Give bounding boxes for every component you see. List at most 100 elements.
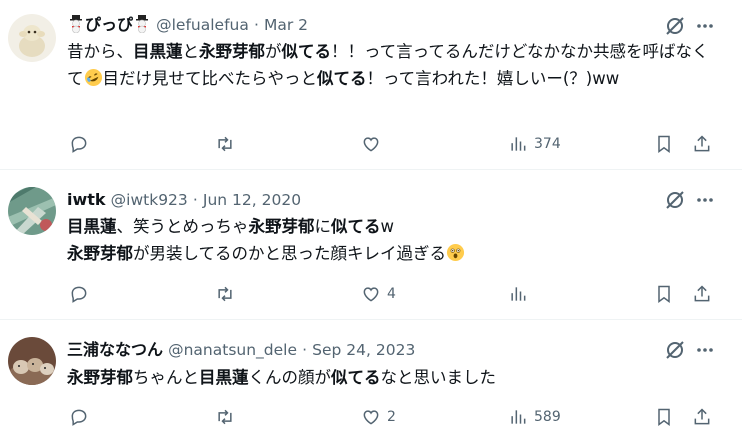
grok-icon[interactable]: [664, 189, 686, 211]
like-icon: [363, 410, 379, 425]
avatar[interactable]: [8, 14, 56, 62]
text-segment: 、笑うとめっちゃ: [116, 217, 249, 236]
action-bar: 2 589: [0, 405, 742, 429]
handle[interactable]: @iwtk923: [111, 191, 188, 209]
like-icon: [363, 137, 379, 152]
snowman-icon: [67, 15, 85, 39]
views-icon: [511, 137, 526, 151]
handle[interactable]: @lefualefua: [156, 16, 249, 34]
highlighted-text: 目黒蓮: [199, 368, 249, 387]
separator: ·: [192, 191, 198, 209]
like-button[interactable]: [361, 132, 387, 156]
timestamp[interactable]: Mar 2: [264, 16, 308, 34]
share-icon: [694, 408, 710, 425]
share-button[interactable]: [692, 405, 712, 429]
bookmark-button[interactable]: [654, 132, 674, 156]
reply-button[interactable]: [69, 282, 95, 306]
more-icon[interactable]: [694, 339, 716, 361]
highlighted-text: 永野芽郁: [199, 42, 265, 61]
highlighted-text: 永野芽郁: [67, 244, 133, 263]
tweet-header: iwtk @iwtk923 · Jun 12, 2020: [67, 189, 301, 211]
tweet[interactable]: ぴっぴ @lefualefua · Mar 2 昔から、目黒蓮と永野芽郁が似てる…: [0, 0, 742, 170]
bookmark-button[interactable]: [654, 405, 674, 429]
tweet-text: 目黒蓮、笑うとめっちゃ永野芽郁に似てるw 永野芽郁が男装してるのかと思った顔キレイ…: [67, 213, 722, 270]
text-segment: ちゃんと: [133, 368, 199, 387]
tweet-header: ぴっぴ @lefualefua · Mar 2: [67, 14, 308, 36]
display-name[interactable]: iwtk: [67, 190, 106, 209]
highlighted-text: 目黒蓮: [133, 42, 183, 61]
text-segment: が: [265, 42, 282, 61]
action-bar: 4: [0, 282, 742, 306]
views-icon: [511, 287, 526, 301]
rofl-face-icon: [84, 68, 103, 95]
highlighted-text: 目黒蓮: [67, 217, 117, 236]
more-icon[interactable]: [694, 189, 716, 211]
bookmark-icon: [658, 135, 670, 153]
retweet-icon: [218, 136, 232, 152]
tweet-text: 昔から、目黒蓮と永野芽郁が似てる！！って言ってるんだけどなかなか共感を呼ばなくて…: [67, 38, 722, 95]
snowman-icon: [133, 15, 151, 39]
reply-icon: [71, 286, 87, 303]
retweet-button[interactable]: [215, 282, 241, 306]
avatar[interactable]: [8, 187, 56, 235]
share-button[interactable]: [692, 132, 712, 156]
tweet[interactable]: 三浦ななつん @nanatsun_dele · Sep 24, 2023 永野芽…: [0, 320, 742, 443]
text-segment: 昔から、: [67, 42, 133, 61]
reply-feed: ぴっぴ @lefualefua · Mar 2 昔から、目黒蓮と永野芽郁が似てる…: [0, 0, 742, 443]
highlighted-text: 似てる: [331, 368, 381, 387]
retweet-button[interactable]: [215, 132, 241, 156]
share-icon: [694, 135, 710, 152]
text-segment: が男装してるのかと思った顔キレイ過ぎる: [133, 244, 447, 263]
grok-icon[interactable]: [664, 339, 686, 361]
display-name[interactable]: 三浦ななつん: [67, 340, 163, 359]
highlighted-text: 永野芽郁: [248, 217, 315, 236]
text-segment: w: [380, 217, 395, 236]
text-segment: ！って言われた！嬉しいー(？)ww: [366, 69, 620, 88]
timestamp[interactable]: Jun 12, 2020: [203, 191, 301, 209]
avatar[interactable]: [8, 337, 56, 385]
retweet-button[interactable]: [215, 405, 241, 429]
text-segment: くんの顔が: [248, 368, 332, 387]
retweet-icon: [218, 286, 232, 302]
like-count: 2: [387, 409, 396, 425]
astonished-face-icon: [446, 243, 465, 270]
views-button[interactable]: [508, 282, 534, 306]
text-segment: に: [314, 217, 332, 236]
text-segment: と: [182, 42, 200, 61]
display-name[interactable]: ぴっぴ: [85, 15, 133, 34]
share-button[interactable]: [692, 282, 712, 306]
views-button[interactable]: 374: [508, 132, 561, 156]
share-icon: [694, 285, 710, 302]
views-button[interactable]: 589: [508, 405, 561, 429]
handle[interactable]: @nanatsun_dele: [168, 341, 297, 359]
highlighted-text: 永野芽郁: [67, 368, 133, 387]
highlighted-text: 似てる: [281, 42, 332, 61]
like-count: 4: [387, 286, 396, 302]
more-icon[interactable]: [694, 15, 716, 37]
bookmark-button[interactable]: [654, 282, 674, 306]
tweet[interactable]: iwtk @iwtk923 · Jun 12, 2020 目黒蓮、笑うとめっちゃ…: [0, 170, 742, 320]
tweet-text: 永野芽郁ちゃんと目黒蓮くんの顔が似てるなと思いました: [67, 364, 722, 391]
view-count: 374: [534, 136, 561, 152]
view-count: 589: [534, 409, 561, 425]
separator: ·: [302, 341, 308, 359]
reply-button[interactable]: [69, 132, 95, 156]
text-segment: 目だけ見せて比べたらやっと: [102, 69, 318, 88]
like-button[interactable]: 2: [361, 405, 396, 429]
action-bar: 374: [0, 132, 742, 156]
views-icon: [511, 410, 526, 424]
grok-icon[interactable]: [664, 15, 686, 37]
reply-icon: [71, 409, 87, 426]
tweet-header: 三浦ななつん @nanatsun_dele · Sep 24, 2023: [67, 339, 415, 361]
highlighted-text: 似てる: [317, 69, 367, 88]
retweet-icon: [218, 409, 232, 425]
like-button[interactable]: 4: [361, 282, 396, 306]
highlighted-text: 似てる: [331, 217, 381, 236]
bookmark-icon: [658, 408, 670, 426]
reply-button[interactable]: [69, 405, 95, 429]
text-segment: なと思いました: [380, 368, 497, 387]
timestamp[interactable]: Sep 24, 2023: [312, 341, 415, 359]
separator: ·: [253, 16, 259, 34]
bookmark-icon: [658, 285, 670, 303]
reply-icon: [71, 136, 87, 153]
